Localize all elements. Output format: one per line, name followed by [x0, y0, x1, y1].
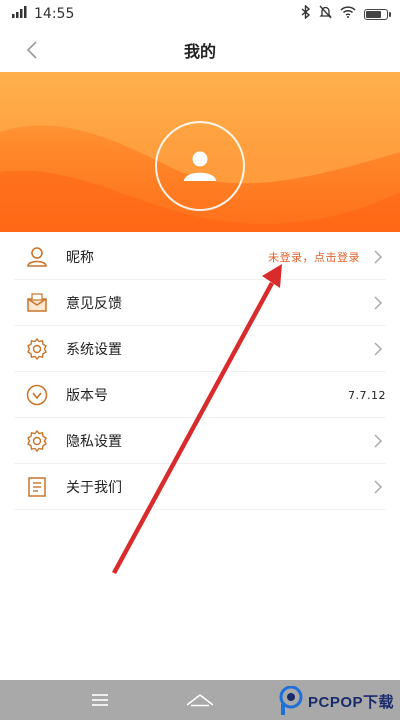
chevron-right-icon	[372, 250, 384, 264]
watermark: PCPOP下载	[278, 684, 394, 718]
user-avatar-icon	[184, 151, 216, 181]
menu-right-feedback	[372, 280, 386, 326]
hamburger-icon	[92, 694, 108, 706]
menu-right-system-settings	[372, 326, 386, 372]
menu-label-system-settings: 系统设置	[66, 341, 122, 358]
profile-banner	[0, 72, 400, 232]
chevron-left-icon	[26, 41, 37, 59]
page-title: 我的	[183, 42, 216, 61]
home-button[interactable]	[180, 680, 220, 720]
menu-right-about-us	[372, 464, 386, 510]
menu-label-about-us: 关于我们	[66, 479, 122, 496]
status-left: 14:55	[12, 6, 74, 22]
document-icon	[24, 474, 50, 500]
watermark-logo-icon	[279, 686, 303, 715]
menu-label-nickname: 昵称	[66, 249, 94, 266]
menu-label-feedback: 意见反馈	[66, 295, 122, 312]
menu-item-system-settings[interactable]: 系统设置	[14, 326, 386, 372]
mute-bell-icon	[319, 5, 332, 23]
avatar[interactable]	[155, 121, 245, 211]
menu-right-version: 7.7.12	[348, 372, 386, 418]
bluetooth-icon	[301, 4, 311, 23]
menu-right-nickname: 未登录，点击登录	[268, 234, 386, 280]
version-number: 7.7.12	[348, 388, 386, 402]
menu-item-privacy-settings[interactable]: 隐私设置	[14, 418, 386, 464]
menu-label-version: 版本号	[66, 387, 108, 404]
chevron-right-icon	[372, 342, 384, 356]
user-outline-icon	[24, 244, 50, 270]
privacy-gear-icon	[24, 428, 50, 454]
chevron-right-icon	[372, 296, 384, 310]
menu-right-privacy-settings	[372, 418, 386, 464]
status-time: 14:55	[34, 6, 75, 22]
version-circle-icon	[24, 382, 50, 408]
menu-item-about-us[interactable]: 关于我们	[14, 464, 386, 510]
battery-icon	[364, 8, 391, 20]
menu-item-version[interactable]: 版本号 7.7.12	[14, 372, 386, 418]
home-icon	[186, 693, 214, 707]
settings-menu: 昵称 未登录，点击登录 意见反馈 系统设置 版本号 7.7.12 隐私设置 关于…	[14, 234, 386, 510]
status-bar: 14:55	[0, 0, 400, 28]
menu-item-feedback[interactable]: 意见反馈	[14, 280, 386, 326]
back-button[interactable]	[14, 34, 50, 66]
chevron-right-icon	[372, 480, 384, 494]
wifi-icon	[340, 6, 356, 22]
menu-item-nickname[interactable]: 昵称 未登录，点击登录	[14, 234, 386, 280]
chevron-right-icon	[372, 434, 384, 448]
signal-icon	[12, 6, 28, 22]
nav-bar: 我的	[0, 28, 400, 72]
feedback-envelope-icon	[24, 290, 50, 316]
watermark-text: PCPOP下载	[308, 693, 395, 711]
login-link[interactable]: 未登录，点击登录	[268, 249, 360, 265]
status-right	[301, 4, 391, 23]
menu-button[interactable]	[80, 680, 120, 720]
menu-label-privacy-settings: 隐私设置	[66, 433, 122, 450]
gear-icon	[24, 336, 50, 362]
